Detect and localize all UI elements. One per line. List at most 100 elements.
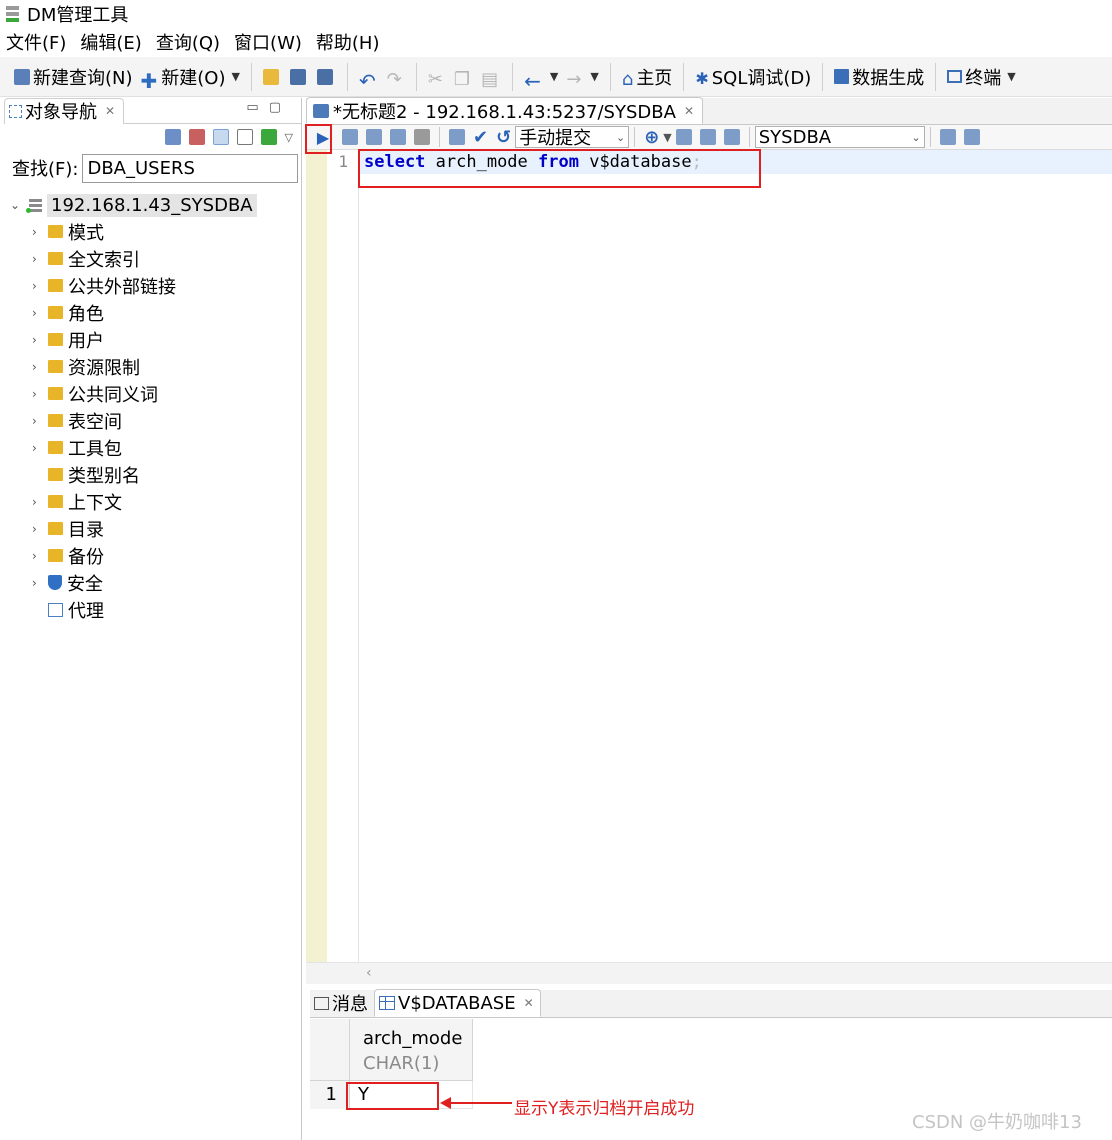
chevron-right-icon[interactable]: ›	[32, 522, 48, 536]
close-icon[interactable]: ✕	[524, 996, 534, 1010]
tree-item-backup[interactable]: › 备份	[4, 542, 301, 569]
format-icon[interactable]	[675, 129, 692, 145]
chevron-down-icon[interactable]: ⌄	[10, 198, 26, 212]
chevron-down-icon[interactable]: ▼	[590, 70, 598, 83]
forward-button[interactable]: → ▼	[562, 62, 603, 92]
tree-item-public-dblink[interactable]: › 公共外部链接	[4, 272, 301, 299]
commit-mode-select[interactable]: 手动提交 ⌄	[515, 126, 630, 149]
chevron-right-icon[interactable]: ›	[32, 252, 48, 266]
close-icon[interactable]: ✕	[105, 104, 115, 118]
scroll-left-icon[interactable]: ‹	[366, 965, 372, 981]
tree-item-schema[interactable]: › 模式	[4, 218, 301, 245]
search-input[interactable]	[82, 153, 299, 183]
menu-query[interactable]: 查询(Q)	[156, 29, 220, 55]
back-button[interactable]: ← ▼	[520, 62, 562, 93]
tree-root-connection[interactable]: ⌄ 192.168.1.43_SYSDBA	[4, 192, 301, 218]
redo-button[interactable]: ↷	[383, 62, 409, 92]
new-query-label: 新建查询(N)	[33, 67, 133, 89]
folder-icon	[48, 549, 63, 562]
menu-help[interactable]: 帮助(H)	[316, 29, 380, 55]
tab-sql-editor[interactable]: *无标题2 - 192.168.1.43:5237/SYSDBA ✕	[306, 97, 703, 124]
sql-debug-button[interactable]: ✱ SQL调试(D)	[691, 62, 815, 92]
new-query-button[interactable]: 新建查询(N)	[10, 62, 137, 92]
chevron-down-icon: ⌄	[615, 130, 626, 144]
cut-button[interactable]: ✂	[424, 62, 450, 92]
column-header-arch-mode[interactable]: arch_mode CHAR(1)	[350, 1019, 473, 1081]
new-button[interactable]: ✚ 新建(O) ▼	[137, 62, 244, 93]
home-button[interactable]: ⌂ 主页	[618, 62, 676, 92]
data-gen-button[interactable]: 数据生成	[830, 62, 928, 92]
arrow-left-icon	[440, 1097, 451, 1109]
commit-icon[interactable]: ✔	[473, 127, 488, 148]
explain-icon[interactable]	[390, 129, 406, 145]
chevron-right-icon[interactable]: ›	[32, 279, 48, 293]
tree-item-label: 角色	[68, 303, 104, 325]
horizontal-scrollbar[interactable]: ‹	[306, 962, 1112, 984]
plan-icon[interactable]	[449, 129, 465, 145]
stop-icon[interactable]	[414, 129, 430, 145]
run-script-icon[interactable]	[366, 129, 382, 145]
chevron-right-icon[interactable]: ›	[32, 576, 48, 590]
tree-item-security[interactable]: › 安全	[4, 569, 301, 596]
chevron-down-icon[interactable]: ▽	[285, 131, 293, 144]
undo-icon: ↶	[358, 68, 376, 93]
tree-item-label: 公共外部链接	[68, 276, 176, 298]
tree-item-type-alias[interactable]: 类型别名	[4, 461, 301, 488]
chevron-down-icon[interactable]: ▼	[663, 131, 671, 144]
tree-item-user[interactable]: › 用户	[4, 326, 301, 353]
code-editor[interactable]: 1 select arch_mode from v$database;	[306, 150, 1112, 962]
magic-wand-icon[interactable]	[939, 129, 956, 145]
expand-icon[interactable]	[260, 129, 277, 145]
collapse-icon[interactable]	[236, 129, 253, 145]
save-button[interactable]	[286, 62, 313, 92]
chevron-right-icon[interactable]: ›	[32, 387, 48, 401]
chevron-right-icon[interactable]: ›	[32, 414, 48, 428]
disconnect-icon[interactable]	[188, 129, 205, 145]
menu-edit[interactable]: 编辑(E)	[80, 29, 141, 55]
chevron-down-icon[interactable]: ▼	[1007, 70, 1015, 83]
run-line-icon[interactable]	[342, 129, 358, 145]
connect-icon[interactable]	[164, 129, 181, 145]
tree-item-context[interactable]: › 上下文	[4, 488, 301, 515]
target-icon[interactable]: ⊕	[644, 127, 659, 148]
search-icon[interactable]	[212, 129, 229, 145]
chevron-right-icon[interactable]: ›	[32, 495, 48, 509]
tab-object-navigator[interactable]: 对象导航 ✕	[4, 97, 125, 124]
chevron-down-icon[interactable]: ▼	[550, 70, 558, 83]
tree-item-public-synonym[interactable]: › 公共同义词	[4, 380, 301, 407]
find-icon[interactable]	[699, 129, 716, 145]
save-all-icon	[316, 68, 333, 85]
schema-select[interactable]: SYSDBA ⌄	[754, 126, 925, 148]
save-all-button[interactable]	[313, 62, 340, 92]
minimize-maximize-icon[interactable]: ▭▢	[246, 100, 291, 115]
tree-item-directory[interactable]: › 目录	[4, 515, 301, 542]
tab-result-vdatabase[interactable]: V$DATABASE ✕	[374, 989, 541, 1017]
chevron-right-icon[interactable]: ›	[32, 549, 48, 563]
close-icon[interactable]: ✕	[684, 104, 694, 118]
chevron-down-icon[interactable]: ▼	[232, 70, 240, 83]
chevron-right-icon[interactable]: ›	[32, 225, 48, 239]
copy-button[interactable]: ❐	[450, 62, 477, 92]
folder-icon	[48, 468, 63, 481]
tree-item-agent[interactable]: 代理	[4, 596, 301, 623]
rollback-icon[interactable]: ↺	[496, 127, 511, 148]
tree-item-fulltext-index[interactable]: › 全文索引	[4, 245, 301, 272]
goto-icon[interactable]	[723, 129, 740, 145]
menu-file[interactable]: 文件(F)	[6, 29, 66, 55]
tree-item-resource-limit[interactable]: › 资源限制	[4, 353, 301, 380]
chevron-right-icon[interactable]: ›	[32, 360, 48, 374]
chevron-right-icon[interactable]: ›	[32, 333, 48, 347]
tab-messages[interactable]: 消息	[310, 989, 374, 1017]
paste-button[interactable]: ▤	[477, 62, 505, 92]
tree-item-package[interactable]: › 工具包	[4, 434, 301, 461]
terminal-button[interactable]: 终端 ▼	[943, 62, 1019, 92]
tree-item-tablespace[interactable]: › 表空间	[4, 407, 301, 434]
settings-icon[interactable]	[963, 129, 980, 145]
menu-window[interactable]: 窗口(W)	[234, 29, 302, 55]
toolbar-divider	[929, 127, 931, 147]
open-button[interactable]	[259, 62, 286, 92]
tree-item-role[interactable]: › 角色	[4, 299, 301, 326]
chevron-right-icon[interactable]: ›	[32, 306, 48, 320]
undo-button[interactable]: ↶	[355, 62, 383, 93]
chevron-right-icon[interactable]: ›	[32, 441, 48, 455]
